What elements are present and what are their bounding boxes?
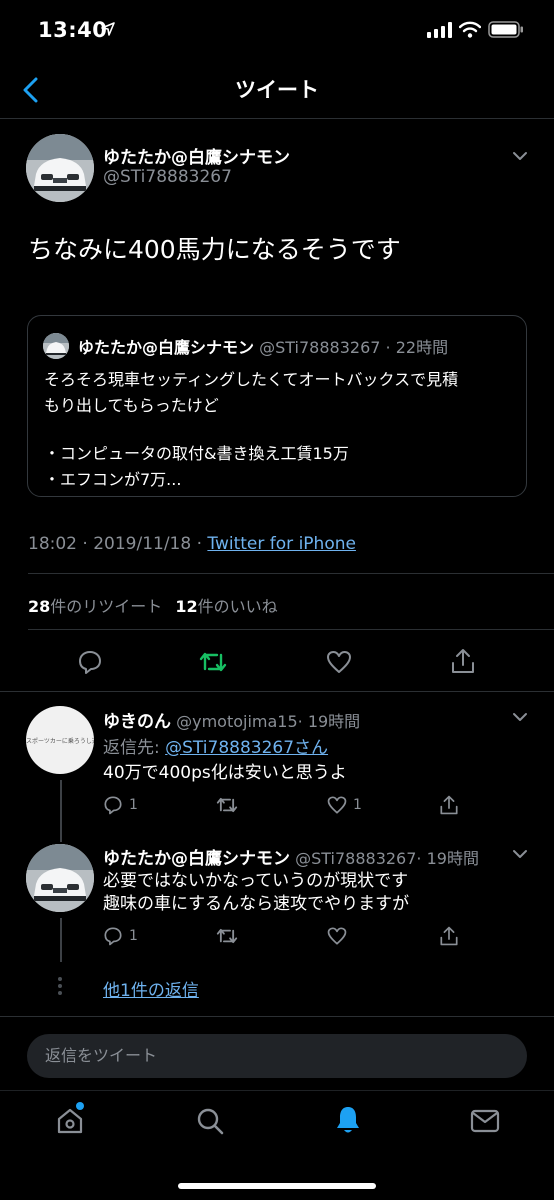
share-icon[interactable] — [450, 647, 476, 675]
retweet-icon[interactable] — [199, 649, 227, 675]
home-icon[interactable] — [55, 1106, 85, 1136]
quoted-text-line: ・コンピュータの取付&書き換え工賃15万 — [44, 444, 349, 463]
reply-count: 1 — [129, 928, 138, 944]
reply-author-handle[interactable]: @STi78883267 — [295, 849, 416, 868]
chevron-down-icon[interactable] — [512, 712, 528, 722]
like-count: 1 — [353, 797, 362, 813]
home-indicator — [178, 1183, 376, 1189]
divider — [28, 629, 554, 630]
tab-bar-divider — [0, 1090, 554, 1091]
quoted-text-line: ・エフコンが7万... — [44, 470, 182, 489]
home-badge — [76, 1102, 84, 1110]
avatar-caption: スポーツカーに乗ろうし逃う — [26, 738, 94, 745]
thread-dots-icon — [58, 977, 62, 995]
reply-text: 40万で400ps化は安いと思うよ — [103, 763, 347, 783]
divider — [0, 1016, 554, 1017]
retweet-icon[interactable] — [216, 926, 238, 946]
quoted-author-name: ゆたたか@白鷹シナモン — [78, 338, 255, 357]
chevron-down-icon[interactable] — [512, 849, 528, 859]
nav-divider — [0, 118, 554, 119]
reply-author-name[interactable]: ゆきのん — [103, 712, 171, 732]
battery-icon — [488, 21, 523, 38]
status-time: 13:40 — [38, 18, 108, 42]
retweets-count[interactable]: 28 — [28, 597, 50, 616]
chevron-down-icon[interactable] — [512, 151, 528, 161]
divider — [0, 691, 554, 692]
notifications-icon[interactable] — [333, 1104, 363, 1136]
reply-action[interactable]: 1 — [103, 795, 138, 815]
wifi-icon — [459, 21, 481, 38]
reply-time: · 19時間 — [297, 712, 361, 731]
messages-icon[interactable] — [470, 1108, 500, 1134]
author-handle[interactable]: @STi78883267 — [103, 167, 232, 187]
reply-text-line: 趣味の車にするんなら速攻でやりますが — [103, 894, 410, 914]
reply-author-name[interactable]: ゆたたか@白鷹シナモン — [103, 849, 290, 869]
avatar[interactable] — [26, 134, 94, 202]
likes-label[interactable]: 件のいいね — [198, 597, 278, 616]
like-icon[interactable] — [327, 926, 347, 946]
reply-input[interactable]: 返信をツイート — [27, 1034, 527, 1078]
avatar[interactable]: スポーツカーに乗ろうし逃う — [26, 706, 94, 774]
more-replies-link[interactable]: 他1件の返信 — [103, 976, 199, 1001]
reply-count: 1 — [129, 797, 138, 813]
location-arrow-icon — [101, 22, 115, 36]
divider — [28, 573, 554, 574]
avatar[interactable] — [26, 844, 94, 912]
cellular-signal-icon — [427, 22, 452, 38]
tweet-text: ちなみに400馬力になるそうです — [28, 235, 401, 264]
page-title: ツイート — [235, 78, 319, 102]
quoted-text-line: そろそろ現車セッティングしたくてオートバックスで見積 — [44, 370, 459, 389]
like-icon[interactable] — [326, 649, 352, 675]
retweet-icon[interactable] — [216, 795, 238, 815]
like-icon[interactable] — [327, 795, 347, 815]
reply-time: · 19時間 — [416, 849, 479, 868]
quoted-avatar — [43, 333, 69, 359]
like-action[interactable]: 1 — [327, 795, 362, 815]
reply-to-label: 返信先: — [103, 738, 166, 758]
reply-icon[interactable] — [77, 649, 103, 675]
author-name[interactable]: ゆたたか@白鷹シナモン — [103, 143, 290, 168]
retweets-label[interactable]: 件のリツイート — [50, 597, 162, 616]
share-icon[interactable] — [439, 925, 459, 947]
reply-icon[interactable] — [103, 926, 123, 946]
quoted-author-handle: @STi78883267 — [259, 338, 381, 357]
reply-author-handle[interactable]: @ymotojima15 — [176, 712, 298, 731]
reply-icon[interactable] — [103, 795, 123, 815]
thread-line — [60, 780, 62, 842]
thread-line — [60, 918, 62, 962]
reply-action[interactable]: 1 — [103, 926, 138, 946]
share-icon[interactable] — [439, 794, 459, 816]
tweet-timestamp: 18:02 · 2019/11/18 · — [28, 534, 208, 554]
quoted-text-line: もり出してもらったけど — [44, 396, 219, 415]
likes-count[interactable]: 12 — [175, 597, 197, 616]
quoted-time: · 22時間 — [385, 338, 449, 357]
tweet-source-link[interactable]: Twitter for iPhone — [207, 534, 356, 554]
quoted-tweet-card[interactable]: ゆたたか@白鷹シナモン @STi78883267 · 22時間 そろそろ現車セッ… — [27, 315, 527, 497]
search-icon[interactable] — [195, 1106, 225, 1136]
tweet-stats: 28件のリツイート 12件のいいね — [28, 593, 278, 617]
reply-to-handle[interactable]: @STi78883267さん — [165, 738, 328, 758]
